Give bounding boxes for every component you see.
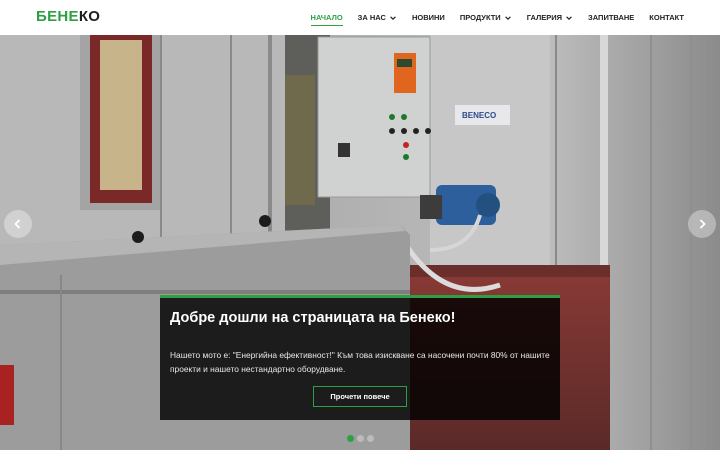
nav-item-contact[interactable]: КОНТАКТ xyxy=(649,0,684,35)
slider-prev-button[interactable] xyxy=(4,210,32,238)
site-logo[interactable]: БЕНЕКО xyxy=(36,8,100,25)
logo-part-green: БЕНЕ xyxy=(36,8,79,25)
slide-text: Нашето мото е: "Енергийна ефективност!" … xyxy=(170,350,550,374)
chevron-down-icon xyxy=(390,15,396,20)
slide-caption: Добре дошли на страницата на Бенеко! Наш… xyxy=(160,295,560,420)
nav-item-home[interactable]: НАЧАЛО xyxy=(310,0,343,35)
chevron-down-icon xyxy=(566,15,572,20)
beneco-panel-label: BENECO xyxy=(462,111,496,120)
nav-item-news[interactable]: НОВИНИ xyxy=(412,0,445,35)
main-nav: НАЧАЛО ЗА НАС НОВИНИ ПРОДУКТИ ГАЛЕРИЯ ЗА… xyxy=(296,0,684,35)
nav-item-label: ГАЛЕРИЯ xyxy=(526,13,563,22)
read-more-button[interactable]: Прочети повече xyxy=(313,386,407,407)
slide-title: Добре дошли на страницата на Бенеко! xyxy=(170,310,456,326)
nav-item-about[interactable]: ЗА НАС xyxy=(358,0,397,35)
slider-dot-2[interactable] xyxy=(357,435,364,442)
nav-item-inquiry[interactable]: ЗАПИТВАНЕ xyxy=(588,0,634,35)
slider-dot-3[interactable] xyxy=(367,435,374,442)
slider-dot-1[interactable] xyxy=(347,435,354,442)
nav-item-label: ЗАПИТВАНЕ xyxy=(588,13,635,22)
nav-item-products[interactable]: ПРОДУКТИ xyxy=(460,0,512,35)
slider-dots xyxy=(347,435,377,442)
nav-item-label: НАЧАЛО xyxy=(310,13,343,22)
nav-item-label: НОВИНИ xyxy=(411,13,445,22)
nav-item-label: ЗА НАС xyxy=(357,13,386,22)
logo-part-dark: КО xyxy=(78,8,101,25)
chevron-left-icon xyxy=(14,219,21,229)
chevron-right-icon xyxy=(699,219,706,229)
hero-slider: BENECO Добре дошли на страницата на Бене… xyxy=(0,35,720,450)
nav-item-label: ПРОДУКТИ xyxy=(459,13,501,22)
chevron-down-icon xyxy=(504,15,511,20)
site-header: БЕНЕКО НАЧАЛО ЗА НАС НОВИНИ ПРОДУКТИ ГАЛ… xyxy=(0,0,720,35)
nav-item-gallery[interactable]: ГАЛЕРИЯ xyxy=(527,0,573,35)
slider-next-button[interactable] xyxy=(688,210,716,238)
nav-item-label: КОНТАКТ xyxy=(649,13,684,22)
